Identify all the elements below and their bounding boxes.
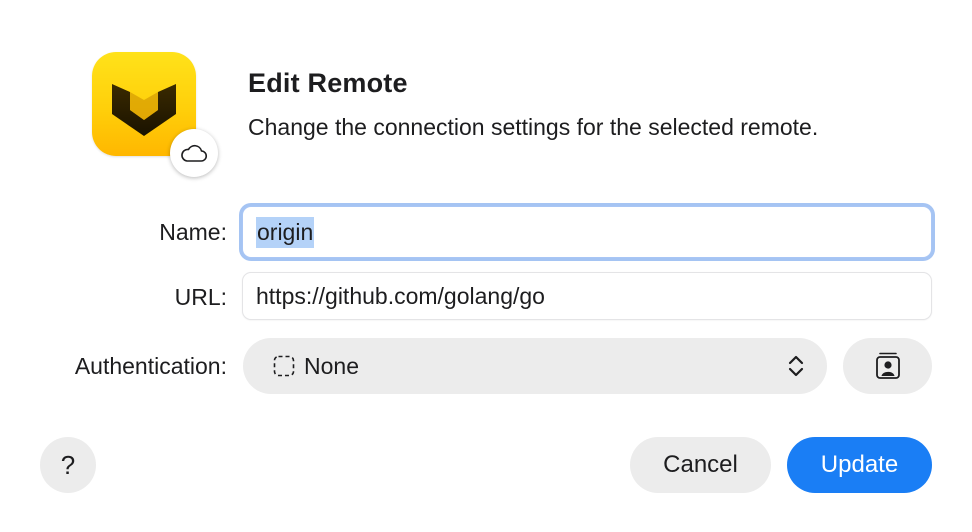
contacts-button[interactable] <box>843 338 932 394</box>
edit-remote-dialog: Edit Remote Change the connection settin… <box>0 0 972 532</box>
dashed-square-icon <box>273 355 295 377</box>
cancel-button[interactable]: Cancel <box>630 437 771 493</box>
url-field-value: https://github.com/golang/go <box>256 282 545 309</box>
cloud-icon <box>170 129 218 177</box>
authentication-popup[interactable]: None <box>243 338 827 394</box>
url-field[interactable]: https://github.com/golang/go <box>242 272 932 320</box>
url-label: URL: <box>174 284 227 310</box>
authentication-label: Authentication: <box>74 353 227 379</box>
name-label: Name: <box>159 219 227 245</box>
authentication-selected-value: None <box>304 352 359 379</box>
help-button[interactable]: ? <box>40 437 96 493</box>
name-field[interactable]: origin <box>242 206 932 258</box>
dialog-subtitle: Change the connection settings for the s… <box>248 114 819 140</box>
name-field-value: origin <box>256 216 315 248</box>
contact-card-icon <box>875 352 900 379</box>
dialog-title: Edit Remote <box>248 68 408 98</box>
chevron-updown-icon <box>788 355 804 377</box>
update-button[interactable]: Update <box>787 437 932 493</box>
